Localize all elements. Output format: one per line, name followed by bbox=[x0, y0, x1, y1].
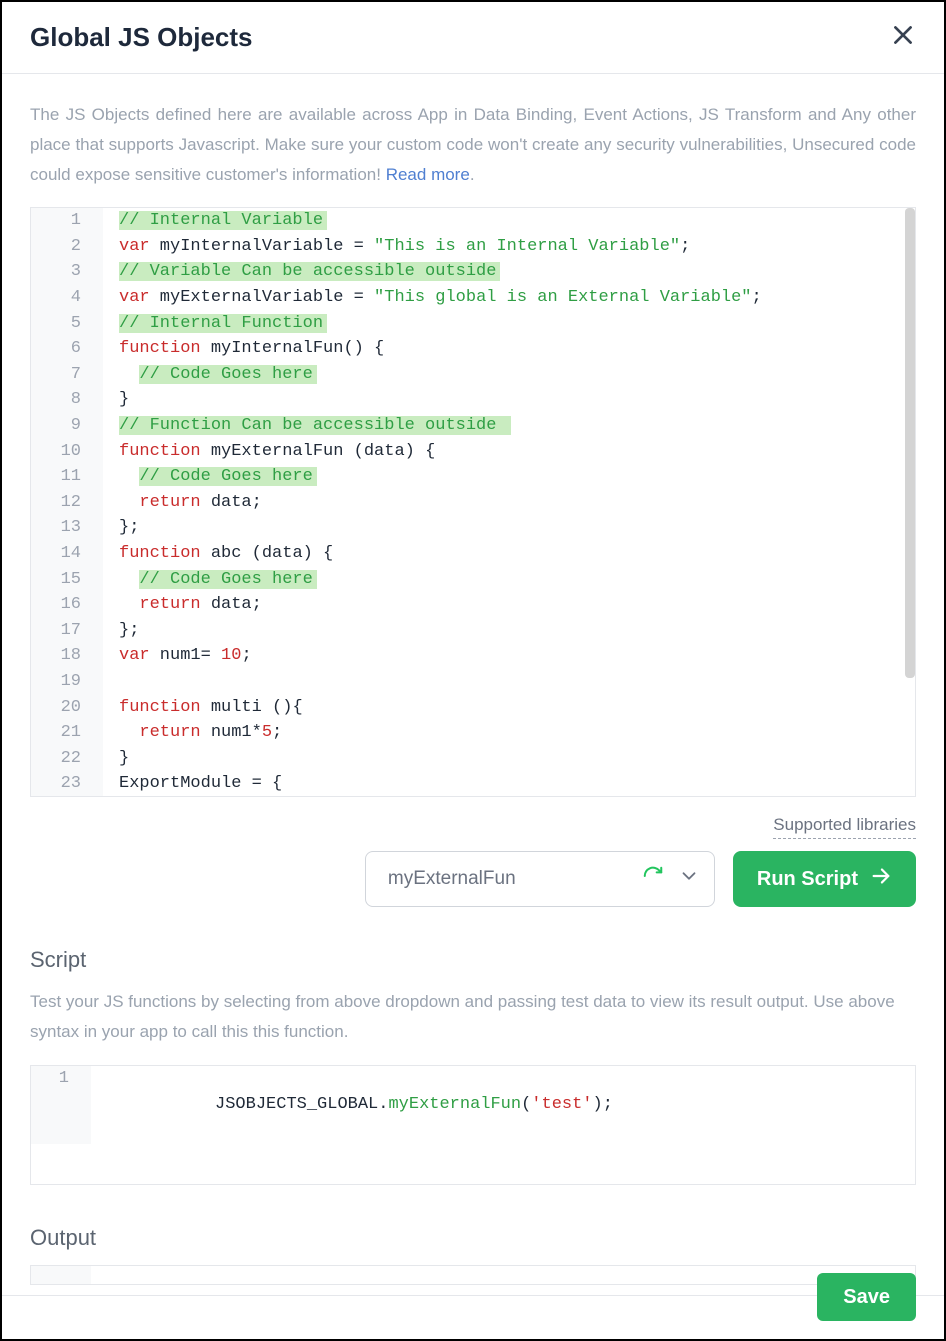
code-token: num1= bbox=[150, 646, 221, 665]
modal-title: Global JS Objects bbox=[30, 22, 253, 53]
code-token: myInternalVariable = bbox=[150, 237, 374, 256]
gutter: 7 bbox=[31, 362, 103, 388]
code-token: return bbox=[139, 723, 200, 742]
gutter: 5 bbox=[31, 311, 103, 337]
gutter bbox=[31, 1266, 91, 1285]
code-editor[interactable]: 1 // Internal Variable 2 var myInternalVar… bbox=[30, 207, 916, 797]
code-token: 'test' bbox=[531, 1095, 592, 1114]
code-token: // Code Goes here bbox=[139, 570, 316, 589]
arrow-right-icon bbox=[870, 865, 892, 893]
code-token: }; bbox=[119, 518, 139, 537]
gutter: 20 bbox=[31, 695, 103, 721]
gutter: 16 bbox=[31, 592, 103, 618]
output-panel bbox=[30, 1265, 916, 1285]
code-token: function bbox=[119, 698, 201, 717]
code-token: ; bbox=[680, 237, 690, 256]
code-token: ; bbox=[752, 288, 762, 307]
code-token: myInternalFun bbox=[201, 339, 344, 358]
code-token: var bbox=[119, 646, 150, 665]
refresh-icon[interactable] bbox=[642, 865, 664, 893]
code-token: "This is an Internal Variable" bbox=[374, 237, 680, 256]
script-section-title: Script bbox=[30, 947, 916, 973]
code-token: abc bbox=[201, 544, 252, 563]
code-token: 5 bbox=[262, 723, 272, 742]
code-token: . bbox=[378, 1095, 388, 1114]
code-token: multi bbox=[201, 698, 272, 717]
gutter: 12 bbox=[31, 490, 103, 516]
code-token: }; bbox=[119, 621, 139, 640]
gutter: 22 bbox=[31, 746, 103, 772]
gutter: 21 bbox=[31, 720, 103, 746]
code-scrollbar[interactable] bbox=[905, 208, 915, 678]
gutter: 17 bbox=[31, 618, 103, 644]
function-select-value: myExternalFun bbox=[388, 868, 516, 890]
gutter: 4 bbox=[31, 285, 103, 311]
code-token: ( bbox=[521, 1095, 531, 1114]
function-select[interactable]: myExternalFun bbox=[365, 851, 715, 907]
gutter: 3 bbox=[31, 259, 103, 285]
gutter: 6 bbox=[31, 336, 103, 362]
gutter: 23 bbox=[31, 771, 103, 797]
code-token: ; bbox=[272, 723, 282, 742]
run-script-button[interactable]: Run Script bbox=[733, 851, 916, 907]
code-token: function bbox=[119, 442, 201, 461]
gutter: 1 bbox=[31, 208, 103, 234]
chevron-down-icon[interactable] bbox=[678, 865, 700, 893]
code-token: // Variable Can be accessible outside bbox=[119, 262, 500, 281]
code-token: // Function Can be accessible outside bbox=[119, 416, 511, 435]
output-section-title: Output bbox=[30, 1225, 916, 1251]
read-more-link[interactable]: Read more bbox=[386, 165, 470, 184]
run-script-label: Run Script bbox=[757, 868, 858, 891]
code-token: ExportModule = { bbox=[119, 774, 282, 793]
gutter: 8 bbox=[31, 387, 103, 413]
code-token: () { bbox=[343, 339, 384, 358]
code-token: function bbox=[119, 544, 201, 563]
code-token: ); bbox=[593, 1095, 613, 1114]
code-token: (){ bbox=[272, 698, 303, 717]
code-token: myExternalFun bbox=[388, 1095, 521, 1114]
code-token: return bbox=[139, 595, 200, 614]
code-token: JSOBJECTS_GLOBAL bbox=[215, 1095, 378, 1114]
gutter: 14 bbox=[31, 541, 103, 567]
code-token: data; bbox=[201, 595, 262, 614]
gutter: 1 bbox=[31, 1066, 91, 1144]
supported-libraries-link[interactable]: Supported libraries bbox=[773, 815, 916, 839]
code-token: var bbox=[119, 237, 150, 256]
code-token: return bbox=[139, 493, 200, 512]
close-icon[interactable] bbox=[890, 22, 916, 53]
gutter: 13 bbox=[31, 515, 103, 541]
gutter: 11 bbox=[31, 464, 103, 490]
code-token: ; bbox=[241, 646, 251, 665]
code-token: (data) { bbox=[252, 544, 334, 563]
gutter: 18 bbox=[31, 643, 103, 669]
save-button[interactable]: Save bbox=[817, 1273, 916, 1321]
code-token: function bbox=[119, 339, 201, 358]
code-token: data; bbox=[201, 493, 262, 512]
description-period: . bbox=[470, 165, 475, 184]
script-editor[interactable]: 1 JSOBJECTS_GLOBAL.myExternalFun('test')… bbox=[30, 1065, 916, 1185]
gutter: 2 bbox=[31, 234, 103, 260]
code-token: myExternalVariable = bbox=[150, 288, 374, 307]
code-token: (data) { bbox=[354, 442, 436, 461]
code-token: } bbox=[119, 749, 129, 768]
code-token: // Code Goes here bbox=[139, 467, 316, 486]
gutter: 15 bbox=[31, 567, 103, 593]
code-token: myExternalFun bbox=[201, 442, 354, 461]
code-token: // Code Goes here bbox=[139, 365, 316, 384]
code-token: } bbox=[119, 390, 129, 409]
gutter: 19 bbox=[31, 669, 103, 695]
code-token: // Internal Function bbox=[119, 314, 327, 333]
description-text: The JS Objects defined here are availabl… bbox=[30, 100, 916, 189]
code-token: // Internal Variable bbox=[119, 211, 327, 230]
gutter: 10 bbox=[31, 439, 103, 465]
script-section-description: Test your JS functions by selecting from… bbox=[30, 987, 916, 1047]
code-token: "This global is an External Variable" bbox=[374, 288, 751, 307]
code-token: num1* bbox=[201, 723, 262, 742]
footer-divider bbox=[2, 1295, 944, 1296]
gutter: 9 bbox=[31, 413, 103, 439]
code-token: 10 bbox=[221, 646, 241, 665]
code-token: var bbox=[119, 288, 150, 307]
